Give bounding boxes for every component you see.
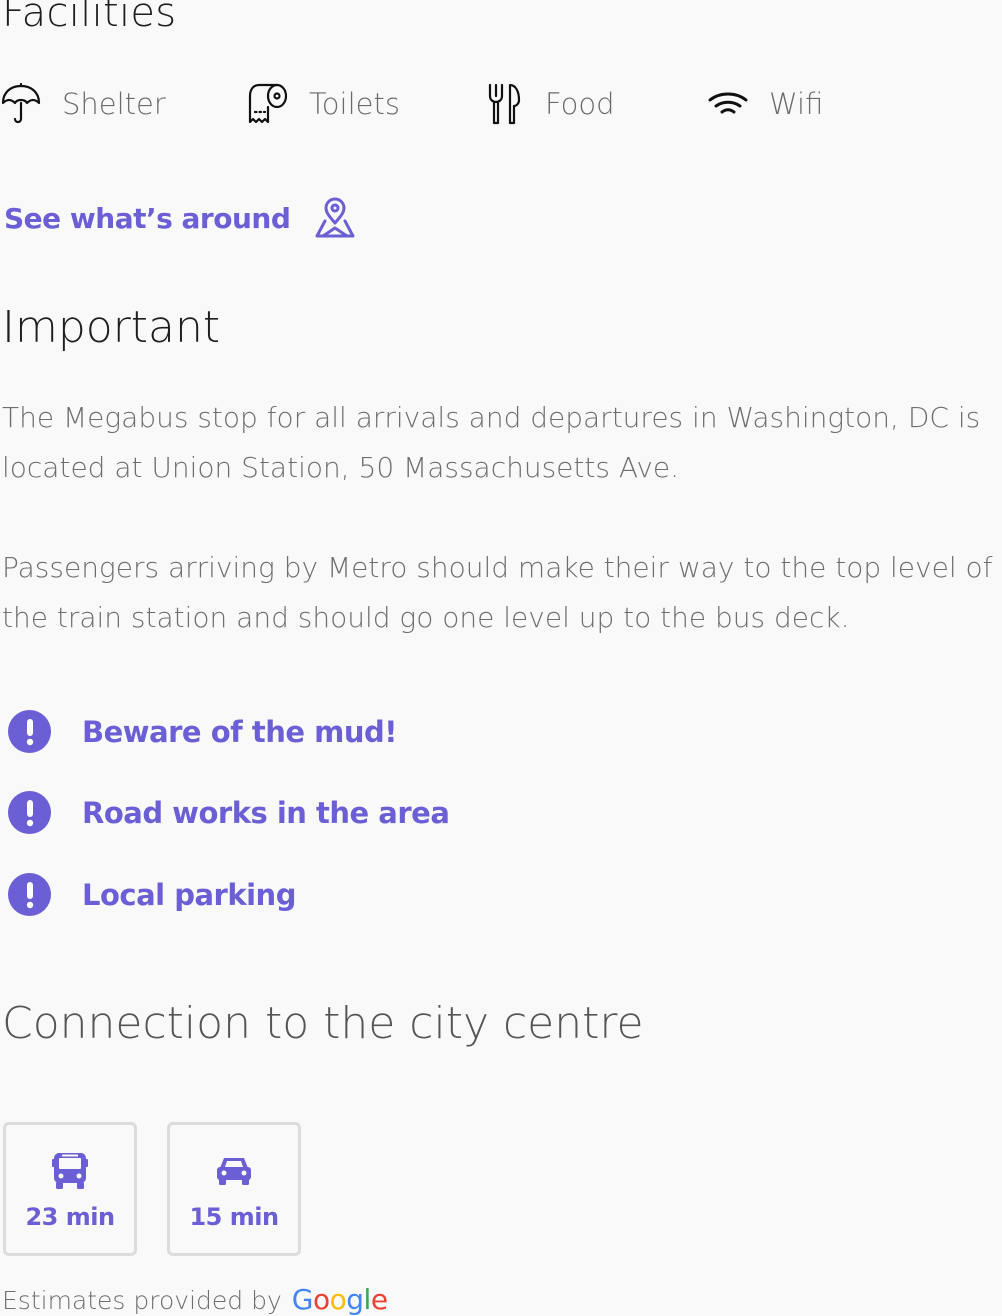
facility-toilets: Toilets xyxy=(247,78,400,130)
bus-icon xyxy=(50,1151,90,1191)
connection-car-card[interactable]: 15 min xyxy=(167,1122,301,1256)
toilet-paper-icon xyxy=(247,81,289,127)
important-paragraph-1: The Megabus stop for all arrivals and de… xyxy=(2,401,981,484)
estimates-attribution: Estimates provided by Google xyxy=(2,1283,388,1316)
notice-local-parking[interactable]: Local parking xyxy=(8,873,296,916)
google-logo: Google xyxy=(291,1283,388,1316)
important-heading: Important xyxy=(2,302,221,353)
facility-wifi: Wifi xyxy=(707,78,823,130)
facility-shelter: Shelter xyxy=(0,78,166,130)
car-icon xyxy=(214,1151,254,1191)
connection-heading: Connection to the city centre xyxy=(2,998,644,1049)
notice-mud[interactable]: Beware of the mud! xyxy=(8,710,397,753)
see-around-label: See what’s around xyxy=(4,201,291,235)
connection-time: 15 min xyxy=(189,1203,279,1231)
connection-time: 23 min xyxy=(25,1203,115,1231)
facility-label-toilets: Toilets xyxy=(309,87,400,121)
notice-label: Local parking xyxy=(82,877,296,912)
connection-bus-card[interactable]: 23 min xyxy=(3,1122,137,1256)
facility-label-wifi: Wifi xyxy=(769,87,824,121)
notice-label: Beware of the mud! xyxy=(82,714,397,749)
important-paragraph-2: Passengers arriving by Metro should make… xyxy=(2,551,993,634)
see-around-link[interactable]: See what’s around xyxy=(4,196,358,240)
map-pin-icon xyxy=(314,196,358,240)
umbrella-icon xyxy=(0,81,42,127)
wifi-icon xyxy=(707,81,749,127)
exclamation-icon xyxy=(8,791,51,834)
notice-label: Road works in the area xyxy=(82,795,450,830)
facility-label-shelter: Shelter xyxy=(62,87,166,121)
facility-label-food: Food xyxy=(545,87,615,121)
exclamation-icon xyxy=(8,710,51,753)
facility-food: Food xyxy=(483,78,615,130)
notice-road-works[interactable]: Road works in the area xyxy=(8,791,450,834)
exclamation-icon xyxy=(8,873,51,916)
estimates-label: Estimates provided by xyxy=(2,1286,282,1315)
facilities-heading: Facilities xyxy=(2,0,177,36)
fork-knife-icon xyxy=(483,81,525,127)
